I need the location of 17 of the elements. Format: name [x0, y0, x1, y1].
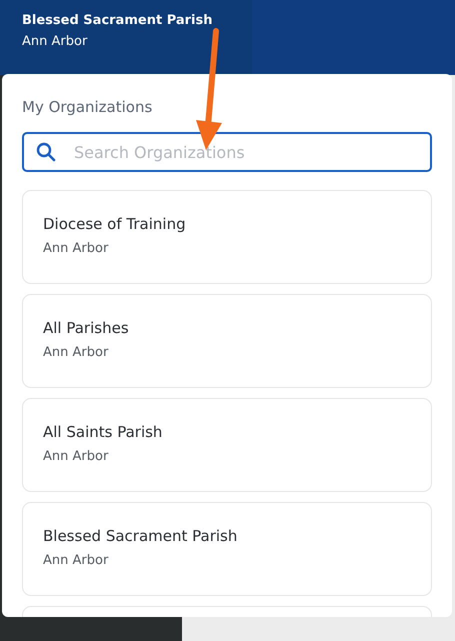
org-switcher[interactable]: Blessed Sacrament Parish Ann Arbor — [0, 0, 252, 75]
organization-name: All Saints Parish — [43, 423, 164, 441]
organization-name: All Parishes — [43, 319, 130, 337]
organization-location: Ann Arbor — [43, 553, 110, 568]
organization-name: Diocese of Training — [43, 215, 187, 233]
organization-card[interactable]: Diocese of Training Ann Arbor — [22, 190, 432, 284]
organization-location: Ann Arbor — [43, 345, 110, 360]
panel-heading: My Organizations — [22, 98, 154, 116]
organization-card[interactable]: All Parishes Ann Arbor — [22, 294, 432, 388]
organization-name: Blessed Sacrament Parish — [43, 527, 238, 545]
organization-location: Ann Arbor — [43, 241, 110, 256]
organization-card[interactable]: Blessed Sacrament Parish Ann Arbor — [22, 502, 432, 596]
organization-card[interactable]: All Saints Parish Ann Arbor — [22, 398, 432, 492]
search-field[interactable]: Search Organizations — [22, 132, 432, 172]
organization-location: Ann Arbor — [43, 449, 110, 464]
org-location: Ann Arbor — [22, 34, 88, 49]
org-title: Blessed Sacrament Parish — [22, 13, 214, 28]
